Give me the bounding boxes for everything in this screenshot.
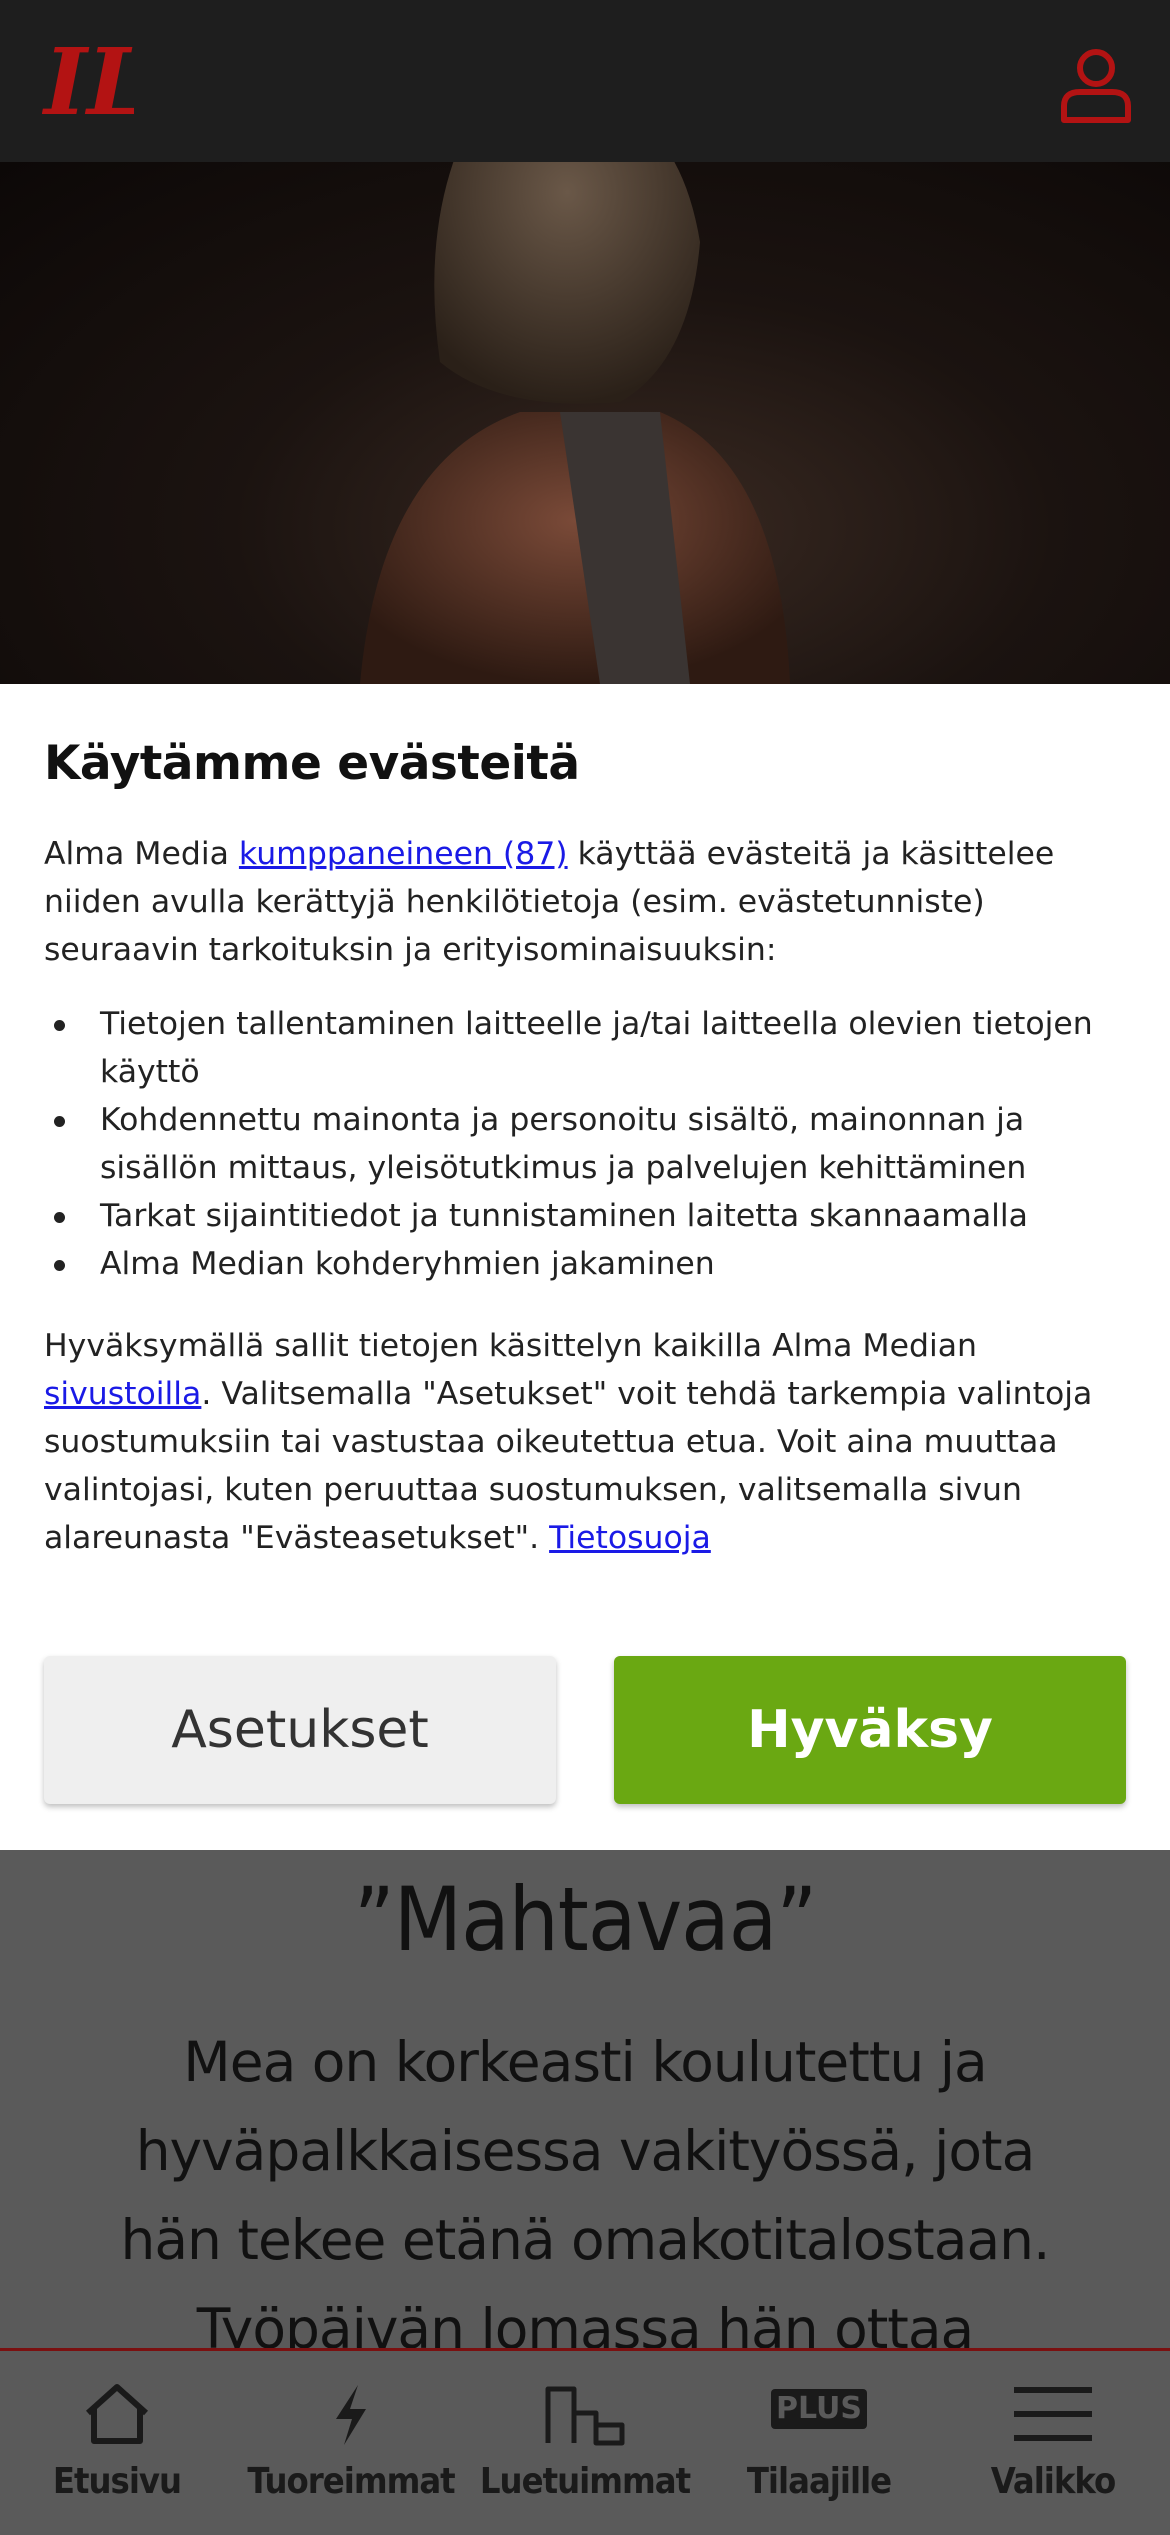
woman-silhouette-image (360, 162, 790, 684)
user-icon (1061, 49, 1131, 123)
lightning-icon (336, 2385, 366, 2445)
privacy-link[interactable]: Tietosuoja (549, 1520, 711, 1556)
hero-image (0, 162, 1170, 684)
cookie-consent-dialog: Käytämme evästeitä Alma Media kumppanein… (0, 684, 1170, 1850)
plus-badge-icon: PLUS (771, 2389, 867, 2429)
settings-button[interactable]: Asetukset (44, 1656, 556, 1804)
nav-label: Luetuimmat (479, 2461, 691, 2502)
nav-item-etusivu[interactable]: Etusivu (0, 2351, 234, 2535)
nav-label: Tuoreimmat (247, 2461, 455, 2502)
menu-icon (1014, 2387, 1092, 2441)
account-button[interactable] (1040, 30, 1150, 140)
nav-item-tilaajille[interactable]: PLUS Tilaajille (702, 2351, 936, 2535)
outro-text-start: Hyväksymällä sallit tietojen käsittelyn … (44, 1328, 977, 1364)
nav-item-luetuimmat[interactable]: Luetuimmat (468, 2351, 702, 2535)
purpose-item: Kohdennettu mainonta ja personoitu sisäl… (44, 1096, 1134, 1192)
nav-label: Etusivu (52, 2461, 182, 2502)
cookie-outro-text: Hyväksymällä sallit tietojen käsittelyn … (44, 1322, 1134, 1562)
sites-link[interactable]: sivustoilla (44, 1376, 201, 1412)
iltalehti-logo[interactable]: IL (42, 36, 134, 124)
accept-button[interactable]: Hyväksy (614, 1656, 1126, 1804)
article-quote-heading: ”Mahtavaa” (353, 1868, 817, 1971)
purpose-item: Tarkat sijaintitiedot ja tunnistaminen l… (44, 1192, 1134, 1240)
home-icon (85, 2384, 149, 2444)
ranking-icon (545, 2386, 625, 2446)
site-header: IL (0, 0, 1170, 162)
cookie-intro-text: Alma Media kumppaneineen (87) käyttää ev… (44, 830, 1134, 974)
nav-item-valikko[interactable]: Valikko (936, 2351, 1170, 2535)
nav-label: Valikko (990, 2461, 1116, 2502)
nav-label: Tilaajille (746, 2461, 892, 2502)
article-content: ”Mahtavaa” Mea on korkeasti koulutettu j… (0, 1850, 1170, 2350)
purpose-item: Alma Median kohderyhmien jakaminen (44, 1240, 1134, 1288)
intro-text-start: Alma Media (44, 836, 239, 872)
nav-item-tuoreimmat[interactable]: Tuoreimmat (234, 2351, 468, 2535)
purpose-list: Tietojen tallentaminen laitteelle ja/tai… (44, 1000, 1134, 1288)
bottom-navigation: Etusivu Tuoreimmat Luetuimmat PLUS Tilaa… (0, 2348, 1170, 2535)
cookie-title: Käytämme evästeitä (44, 736, 580, 791)
purpose-item: Tietojen tallentaminen laitteelle ja/tai… (44, 1000, 1134, 1096)
article-paragraph: Mea on korkeasti koulutettu ja hyväpalkk… (120, 2030, 1051, 2350)
partners-link[interactable]: kumppaneineen (87) (239, 836, 568, 872)
svg-text:IL: IL (42, 36, 134, 124)
